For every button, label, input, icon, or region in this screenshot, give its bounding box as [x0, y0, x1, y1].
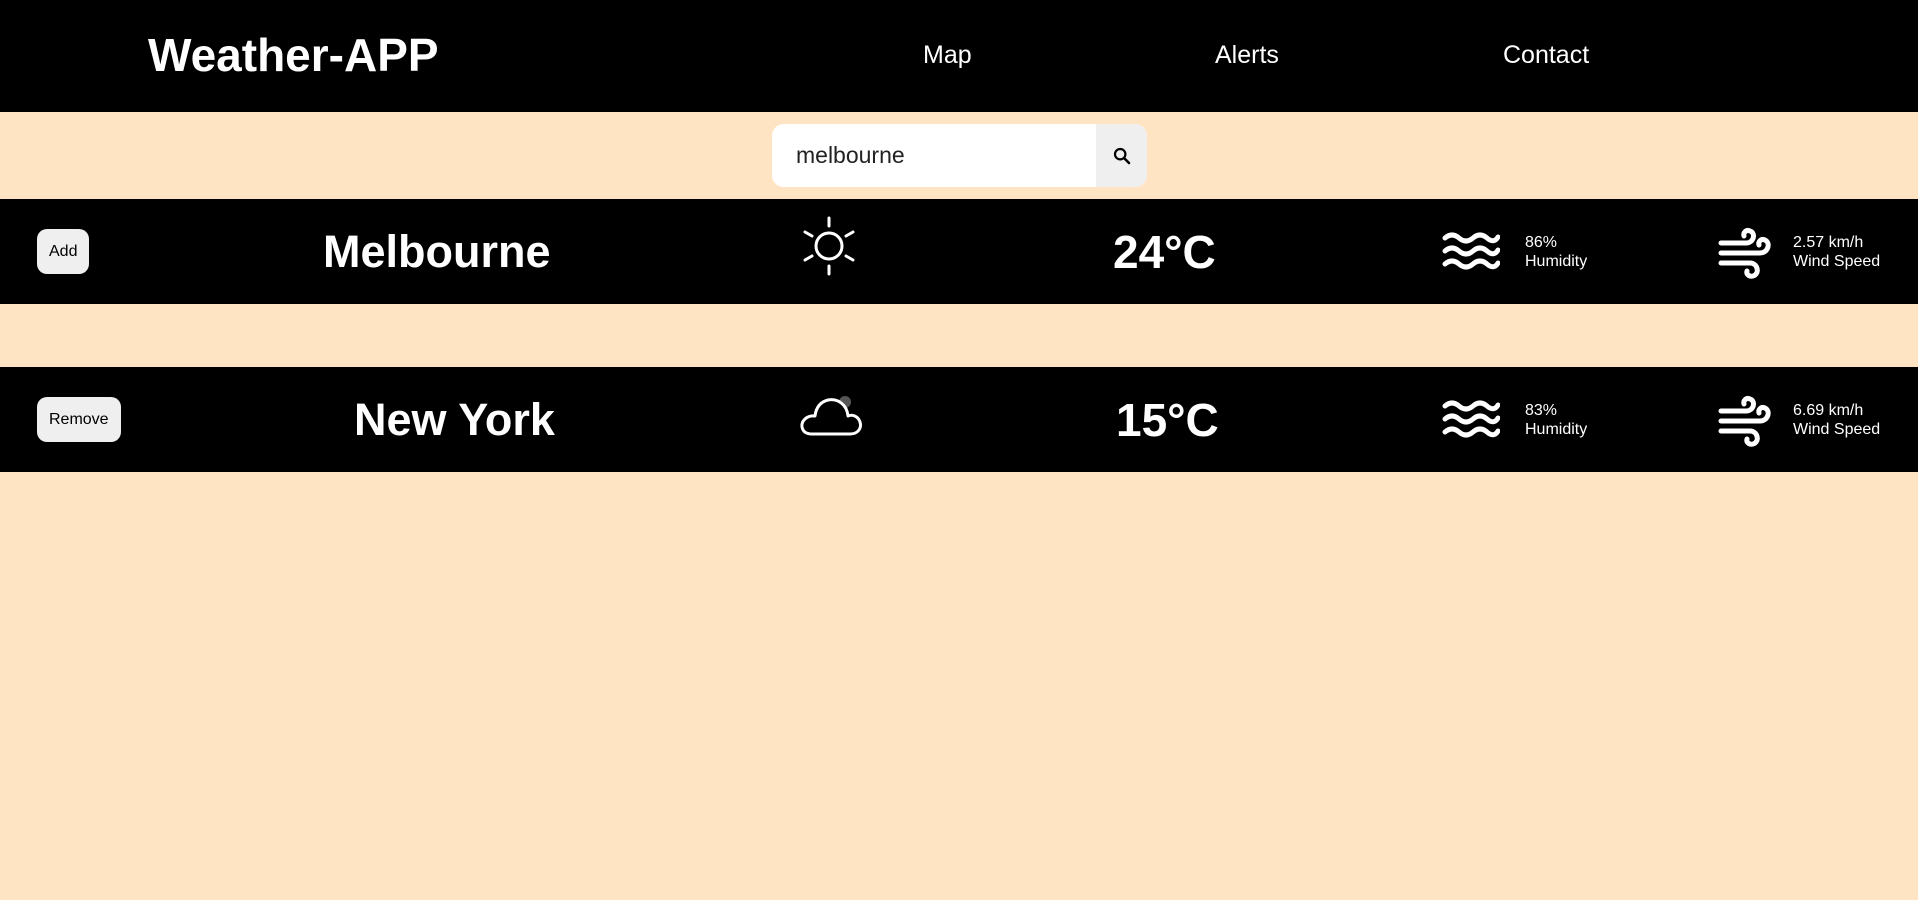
wind-icon	[1718, 394, 1772, 453]
cloud-icon	[798, 392, 864, 443]
app-title: Weather-APP	[148, 29, 439, 81]
wind-label: Wind Speed	[1793, 253, 1881, 270]
search-button[interactable]	[1096, 124, 1147, 187]
humidity-label: Humidity	[1525, 421, 1588, 438]
wind-label: Wind Speed	[1793, 421, 1881, 438]
city-name: New York	[354, 394, 555, 445]
search-icon	[1113, 147, 1130, 164]
temperature: 15°C	[1116, 394, 1219, 446]
weather-card-new-york: Remove New York 15°C 83% Humidity 6.69 k…	[0, 367, 1918, 472]
remove-button[interactable]: Remove	[37, 397, 121, 442]
wind-value: 6.69 km/h	[1793, 402, 1864, 419]
humidity-icon	[1442, 400, 1501, 447]
humidity-readout: 86% Humidity	[1525, 233, 1587, 271]
sun-icon	[801, 216, 857, 281]
add-button[interactable]: Add	[37, 229, 90, 274]
humidity-value: 83%	[1525, 402, 1558, 419]
search-bar	[772, 124, 1147, 187]
humidity-value: 86%	[1525, 234, 1558, 251]
wind-value: 2.57 km/h	[1793, 234, 1864, 251]
search-input[interactable]	[772, 124, 1096, 187]
humidity-icon	[1442, 232, 1501, 279]
humidity-label: Humidity	[1525, 253, 1588, 270]
wind-readout: 2.57 km/h Wind Speed	[1793, 233, 1880, 271]
top-navbar: Weather-APP Map Alerts Contact	[0, 0, 1918, 112]
temperature: 24°C	[1113, 226, 1216, 278]
nav-link-contact[interactable]: Contact	[1503, 40, 1589, 70]
city-name: Melbourne	[323, 226, 551, 277]
wind-icon	[1718, 226, 1772, 285]
wind-readout: 6.69 km/h Wind Speed	[1793, 401, 1880, 439]
humidity-readout: 83% Humidity	[1525, 401, 1587, 439]
nav-link-alerts[interactable]: Alerts	[1215, 40, 1279, 70]
weather-card-melbourne: Add Melbourne 24°C 86% Humidity 2.57 km/…	[0, 199, 1918, 304]
nav-link-map[interactable]: Map	[923, 40, 972, 70]
